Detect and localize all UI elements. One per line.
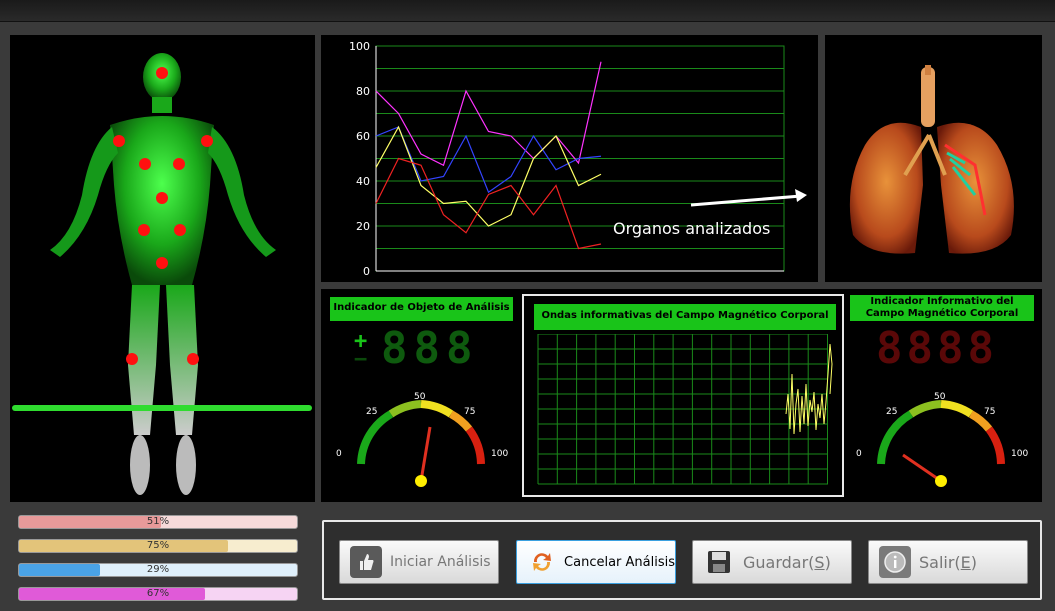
waves-label: Ondas informativas del Campo Magnético C… (534, 304, 836, 330)
start-analysis-label: Iniciar Análisis (390, 554, 491, 570)
gauge-tick: 100 (491, 449, 509, 459)
organ-image-panel (825, 35, 1042, 282)
progress-label: 67% (146, 588, 170, 599)
info-digits: 8888 (876, 323, 998, 374)
chart-series-line-3 (375, 125, 602, 227)
object-digits: 888 (381, 323, 479, 374)
object-indicator-label: Indicador de Objeto de Análisis (330, 297, 513, 321)
wave-chart (537, 334, 833, 485)
info-gauge (877, 400, 1005, 487)
gauge-pivot (415, 475, 427, 487)
info-icon (879, 546, 911, 578)
exit-button[interactable]: Salir(E) (868, 540, 1028, 584)
cancel-analysis-button[interactable]: Cancelar Análisis (516, 540, 676, 584)
thumbs-up-icon (350, 546, 382, 578)
progress-label: 75% (146, 540, 170, 551)
gauge-tick: 25 (886, 407, 898, 417)
cancel-analysis-label: Cancelar Análisis (564, 554, 675, 570)
progress-label: 51% (146, 516, 170, 527)
progress-bar-4: 67% (18, 587, 298, 601)
body-scan-panel (10, 35, 315, 502)
gauge-pivot (935, 475, 947, 487)
chart-y-tick-label: 0 (363, 265, 370, 278)
gauge-tick: 25 (366, 407, 378, 417)
indicators-panel: Indicador de Objeto de Análisis + − 888 … (321, 289, 1042, 502)
gauge-tick: 50 (414, 392, 426, 402)
refresh-icon (527, 546, 556, 578)
chart-y-tick-label: 20 (356, 220, 370, 233)
title-bar (0, 0, 1055, 22)
arrow-head (795, 189, 807, 202)
gauge-tick: 0 (856, 449, 862, 459)
chart-annotation: Organos analizados (613, 219, 771, 238)
save-label: Guardar(S) (743, 552, 831, 572)
waves-box: Ondas informativas del Campo Magnético C… (522, 294, 844, 497)
gauge-tick: 75 (984, 407, 996, 417)
save-button[interactable]: Guardar(S) (692, 540, 852, 584)
progress-bar-3: 29% (18, 563, 298, 577)
exit-label: Salir(E) (919, 552, 978, 572)
floppy-disk-icon (703, 546, 735, 578)
human-body-illustration (12, 53, 312, 495)
info-indicator-label: Indicador Informativo del Campo Magnétic… (850, 295, 1034, 321)
chart-y-tick-label: 60 (356, 130, 370, 143)
progress-bar-2: 75% (18, 539, 298, 553)
object-gauge-needle (419, 426, 432, 482)
line-chart: 0 20 40 60 80 100 (349, 40, 807, 278)
minus-sign: − (354, 347, 368, 372)
gauge-tick: 0 (336, 449, 342, 459)
gauge-tick: 75 (464, 407, 476, 417)
object-gauge (357, 400, 485, 487)
chart-y-tick-label: 80 (356, 85, 370, 98)
progress-bar-1: 51% (18, 515, 298, 529)
action-button-panel: Iniciar Análisis Cancelar Análisis Guard… (322, 520, 1042, 600)
gauge-tick: 100 (1011, 449, 1029, 459)
progress-label: 29% (146, 564, 170, 575)
gauge-tick: 50 (934, 392, 946, 402)
chart-y-tick-label: 40 (356, 175, 370, 188)
info-gauge-needle (902, 453, 942, 483)
line-chart-panel: 0 20 40 60 80 100 Organos analizados (321, 35, 818, 282)
wave-signal (785, 343, 833, 435)
chart-y-tick-label: 100 (349, 40, 370, 53)
scan-line (12, 405, 312, 411)
lungs-illustration (849, 65, 1014, 254)
start-analysis-button[interactable]: Iniciar Análisis (339, 540, 499, 584)
